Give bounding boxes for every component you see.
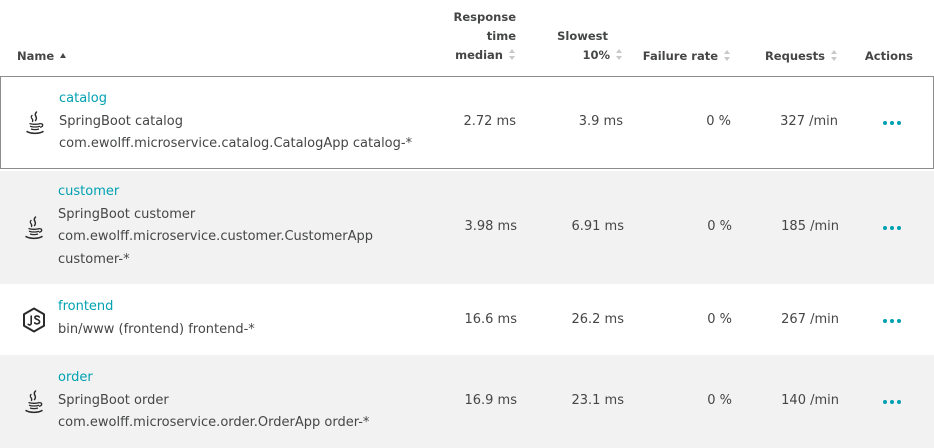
slowest-value: 6.91 ms	[571, 219, 624, 234]
sort-icon	[616, 49, 623, 60]
row-detail-line: SpringBoot customer	[58, 206, 196, 222]
row-detail-line: com.ewolff.microservice.customer.Custome…	[58, 229, 374, 244]
java-icon	[20, 214, 48, 242]
table-row[interactable]: catalog SpringBoot catalog com.ewolff.mi…	[0, 76, 934, 169]
row-name-block: order SpringBoot order com.ewolff.micros…	[58, 367, 369, 435]
nodejs-icon	[20, 306, 48, 334]
column-header-name[interactable]: Name	[17, 47, 67, 66]
column-header-response-line2: time	[486, 29, 516, 43]
column-header-slowest-line1: Slowest	[557, 29, 608, 43]
requests-value: 327 /min	[780, 114, 838, 129]
requests-value: 185 /min	[781, 219, 839, 234]
row-detail-line: com.ewolff.microservice.catalog.CatalogA…	[59, 136, 413, 151]
row-detail-line: com.ewolff.microservice.order.OrderApp o…	[58, 415, 370, 430]
sort-ascending-icon	[60, 53, 67, 58]
failure-rate-value: 0 %	[707, 393, 732, 408]
column-header-response-line1: Response	[453, 10, 516, 24]
requests-value: 140 /min	[781, 393, 839, 408]
row-name-block: frontend bin/www (frontend) frontend-*	[58, 296, 255, 341]
java-icon	[20, 388, 48, 416]
table-row[interactable]: order SpringBoot order com.ewolff.micros…	[0, 355, 934, 448]
table-header: Name Response time median Slowest 10% Fa…	[0, 0, 934, 76]
column-header-name-label: Name	[17, 49, 55, 63]
column-header-failure-label: Failure rate	[642, 49, 718, 63]
row-detail-line: SpringBoot catalog	[59, 113, 184, 129]
table-row[interactable]: customer SpringBoot customer com.ewolff.…	[0, 171, 934, 284]
row-detail-line: bin/www (frontend) frontend-*	[58, 321, 255, 337]
sort-icon	[831, 50, 838, 61]
failure-rate-value: 0 %	[707, 219, 732, 234]
row-detail-line: customer-*	[58, 251, 130, 267]
row-name-block: catalog SpringBoot catalog com.ewolff.mi…	[59, 88, 412, 156]
service-link[interactable]: order	[58, 367, 369, 390]
failure-rate-value: 0 %	[706, 114, 731, 129]
column-header-response-time[interactable]: Response time median	[454, 8, 516, 65]
service-link[interactable]: catalog	[59, 88, 412, 111]
more-actions-icon[interactable]	[883, 120, 901, 126]
row-detail-line: SpringBoot order	[58, 392, 169, 408]
column-header-response-line3: median	[455, 48, 503, 62]
slowest-value: 3.9 ms	[578, 114, 623, 129]
response-time-value: 2.72 ms	[463, 114, 516, 129]
slowest-value: 26.2 ms	[571, 312, 624, 327]
response-time-value: 16.6 ms	[464, 312, 517, 327]
java-icon	[21, 109, 49, 137]
column-header-requests[interactable]: Requests	[765, 47, 838, 66]
service-link[interactable]: frontend	[58, 296, 255, 319]
more-actions-icon[interactable]	[883, 225, 901, 231]
column-header-slowest[interactable]: Slowest 10%	[557, 27, 623, 65]
column-header-failure-rate[interactable]: Failure rate	[643, 47, 731, 66]
column-header-requests-label: Requests	[764, 49, 825, 63]
column-header-actions: Actions	[864, 49, 913, 63]
requests-value: 267 /min	[781, 312, 839, 327]
column-header-slowest-line2: 10%	[582, 48, 610, 62]
process-group-table: Name Response time median Slowest 10% Fa…	[0, 0, 934, 448]
service-link[interactable]: customer	[58, 181, 373, 204]
sort-icon	[724, 50, 731, 61]
row-name-block: customer SpringBoot customer com.ewolff.…	[58, 181, 373, 271]
table-row[interactable]: frontend bin/www (frontend) frontend-* 1…	[0, 284, 934, 355]
failure-rate-value: 0 %	[707, 312, 732, 327]
slowest-value: 23.1 ms	[571, 393, 624, 408]
more-actions-icon[interactable]	[883, 318, 901, 324]
response-time-value: 16.9 ms	[464, 393, 517, 408]
sort-icon	[509, 49, 516, 60]
response-time-value: 3.98 ms	[464, 219, 517, 234]
more-actions-icon[interactable]	[883, 399, 901, 405]
